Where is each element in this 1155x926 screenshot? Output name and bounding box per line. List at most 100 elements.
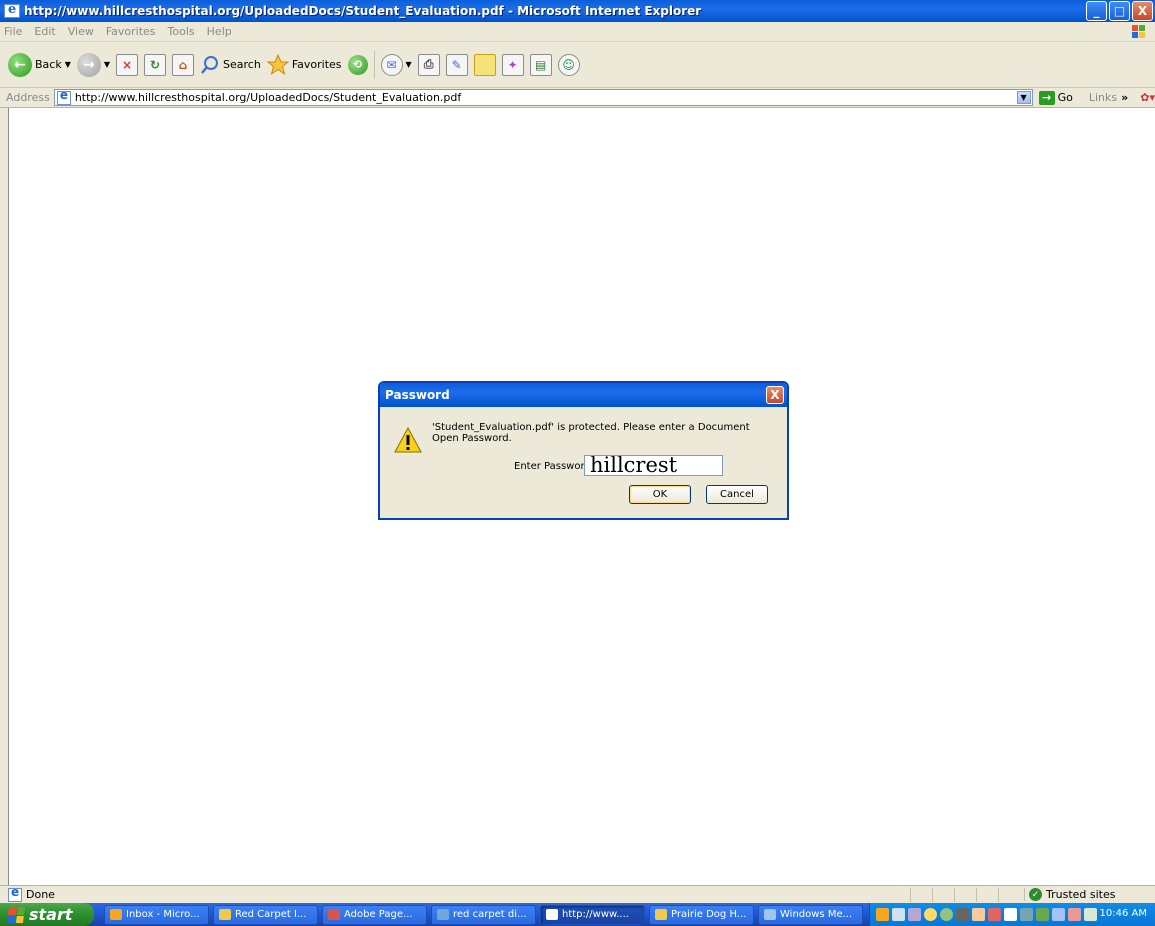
taskbar-task-button[interactable]: Inbox - Micro... (104, 904, 209, 925)
task-label: Inbox - Micro... (126, 909, 200, 920)
menu-favorites[interactable]: Favorites (106, 25, 156, 38)
tray-outlook-icon[interactable] (876, 908, 889, 921)
tray-antivirus-icon[interactable] (940, 908, 953, 921)
home-icon[interactable]: ⌂ (172, 53, 195, 76)
warning-icon (394, 427, 422, 453)
edit-icon[interactable]: ✎ (445, 53, 468, 76)
links-chevron-icon[interactable]: » (1121, 91, 1128, 104)
menu-tools[interactable]: Tools (168, 25, 195, 38)
page-icon (56, 88, 71, 105)
dialog-close-button[interactable]: X (766, 386, 784, 404)
back-button[interactable]: ← Back ▼ (8, 52, 71, 77)
search-button[interactable]: Search (200, 55, 261, 75)
mail-button[interactable]: ✉ ▼ (380, 53, 412, 76)
task-label: http://www.... (562, 909, 629, 920)
standard-toolbar: ← Back ▼ → ▼ × ↻ ⌂ Search Favorites ⟲ ✉ … (0, 42, 1155, 88)
favorites-button[interactable]: Favorites (266, 53, 342, 76)
toolbar-separator (373, 50, 375, 79)
window-controls: _ □ X (1086, 1, 1153, 21)
research-icon[interactable]: ✦ (501, 53, 524, 76)
go-arrow-icon: → (1038, 90, 1055, 105)
address-bar: Address http://www.hillcresthospital.org… (0, 88, 1155, 108)
address-url[interactable]: http://www.hillcresthospital.org/Uploade… (75, 91, 461, 104)
menu-view[interactable]: View (68, 25, 94, 38)
menu-help[interactable]: Help (207, 25, 232, 38)
taskbar-task-button[interactable]: Prairie Dog H... (649, 904, 754, 925)
menu-edit[interactable]: Edit (34, 25, 55, 38)
print-icon[interactable]: ⎙ (417, 53, 440, 76)
history-icon[interactable]: ⟲ (347, 54, 368, 75)
notes-icon[interactable] (473, 53, 496, 76)
task-label: Windows Me... (780, 909, 853, 920)
taskbar-task-button[interactable]: red carpet di... (431, 904, 536, 925)
security-zone[interactable]: ✓ Trusted sites (1024, 888, 1116, 901)
taskbar: start Inbox - Micro... Red Carpet I... Ado… (0, 903, 1155, 926)
taskbar-buttons: Inbox - Micro... Red Carpet I... Adobe Pag… (104, 904, 863, 925)
users-icon[interactable]: ☺ (557, 53, 580, 76)
windows-logo-icon (1132, 25, 1145, 38)
links-label: Links (1088, 91, 1118, 104)
dialog-message: 'Student_Evaluation.pdf' is protected. P… (432, 422, 750, 444)
dialog-titlebar: Password (380, 383, 787, 407)
maximize-button[interactable]: □ (1109, 1, 1130, 21)
forward-dropdown-icon[interactable]: ▼ (104, 60, 110, 69)
password-input[interactable]: hillcrest (584, 455, 723, 476)
tray-alert-icon[interactable] (988, 908, 1001, 921)
task-app-icon (655, 909, 667, 920)
menu-file[interactable]: File (4, 25, 22, 38)
clock[interactable]: 10:46 AM (1100, 908, 1147, 919)
messenger-icon[interactable]: ▤ (529, 53, 552, 76)
favorites-label: Favorites (291, 58, 342, 71)
task-app-icon (328, 909, 340, 920)
address-input[interactable]: http://www.hillcresthospital.org/Uploade… (53, 88, 1033, 106)
taskbar-task-button[interactable]: Windows Me... (758, 904, 863, 925)
close-button[interactable]: X (1132, 1, 1153, 21)
password-label: Enter Password: (514, 461, 595, 472)
taskbar-task-button[interactable]: Adobe Page... (322, 904, 427, 925)
forward-arrow-icon: → (76, 52, 101, 77)
trusted-check-icon: ✓ (1029, 888, 1042, 901)
minimize-button[interactable]: _ (1086, 1, 1107, 21)
tray-network-icon[interactable] (892, 908, 905, 921)
search-label: Search (223, 58, 261, 71)
window-titlebar: http://www.hillcresthospital.org/Uploade… (0, 0, 1155, 22)
tray-display-icon[interactable] (1084, 908, 1097, 921)
tray-app-icon[interactable] (908, 908, 921, 921)
tray-media-icon[interactable] (1004, 908, 1017, 921)
tray-update-icon[interactable] (924, 908, 937, 921)
go-button[interactable]: → Go (1038, 90, 1073, 105)
taskbar-task-button[interactable]: http://www.... (540, 904, 645, 925)
tray-security-icon[interactable] (1068, 908, 1081, 921)
mail-dropdown-icon[interactable]: ▼ (406, 60, 412, 69)
task-app-icon (219, 909, 231, 920)
back-dropdown-icon[interactable]: ▼ (65, 60, 71, 69)
tray-sync-icon[interactable] (1020, 908, 1033, 921)
links-toolbar[interactable]: Links» (1089, 91, 1128, 104)
start-label: start (29, 905, 73, 924)
task-app-icon (437, 909, 449, 920)
task-label: Prairie Dog H... (671, 909, 747, 920)
ie-icon (4, 2, 20, 18)
addon-icon[interactable]: ✿▾ (1140, 91, 1155, 104)
taskbar-task-button[interactable]: Red Carpet I... (213, 904, 318, 925)
favorites-star-icon (266, 53, 289, 75)
address-dropdown-icon[interactable]: ▼ (1016, 91, 1031, 104)
tray-printer-icon[interactable] (956, 908, 969, 921)
cancel-button[interactable]: Cancel (706, 485, 768, 504)
forward-button[interactable]: → ▼ (76, 52, 110, 77)
refresh-icon[interactable]: ↻ (144, 53, 167, 76)
tray-connection-icon[interactable] (1052, 908, 1065, 921)
back-arrow-icon: ← (8, 52, 32, 77)
tray-messenger-icon[interactable] (1036, 908, 1049, 921)
task-app-icon (110, 909, 122, 920)
password-dialog: Password X 'Student_Evaluation.pdf' is p… (378, 381, 789, 520)
status-text: Done (26, 888, 55, 901)
ok-button[interactable]: OK (629, 485, 691, 504)
windows-flag-icon (6, 906, 26, 923)
tray-volume-icon[interactable] (972, 908, 985, 921)
start-button[interactable]: start (0, 903, 94, 926)
task-app-icon (764, 909, 776, 920)
status-bar: Done ✓ Trusted sites (0, 885, 1155, 903)
mail-icon: ✉ (380, 53, 403, 76)
stop-icon[interactable]: × (116, 53, 139, 76)
